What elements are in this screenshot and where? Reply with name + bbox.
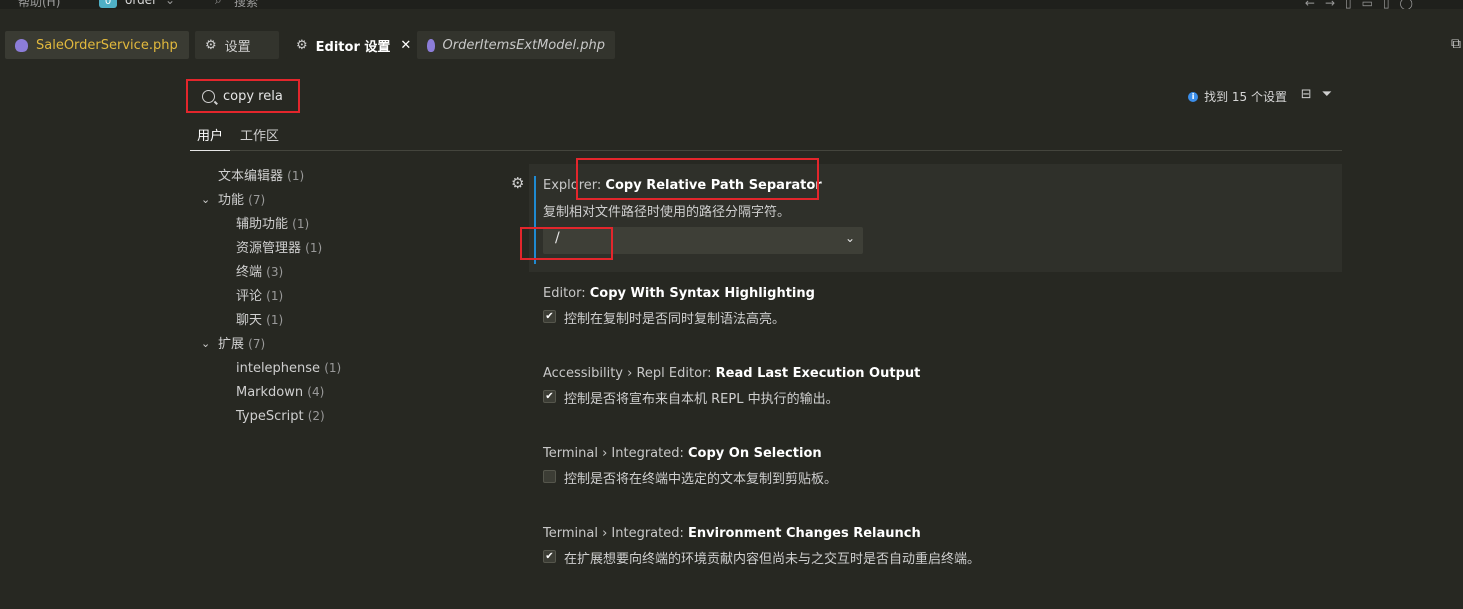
tab-label: OrderItemsExtModel.php [442, 37, 605, 53]
chevron-down-icon: ⌄ [844, 231, 855, 245]
command-search[interactable]: 搜索 [234, 0, 258, 9]
setting-description: 控制在复制时是否同时复制语法高亮。 [564, 312, 786, 327]
setting-copy-on-selection: Terminal › Integrated: Copy On Selection… [529, 446, 1342, 496]
open-settings-json-icon[interactable]: ⧉ [1451, 36, 1461, 52]
setting-title: Editor: Copy With Syntax Highlighting [543, 286, 815, 301]
checkbox-copy-on-selection[interactable] [543, 470, 556, 483]
results-text: 找到 15 个设置 [1204, 90, 1287, 104]
setting-environment-changes-relaunch: Terminal › Integrated: Environment Chang… [529, 526, 1342, 576]
setting-read-last-execution-output: Accessibility › Repl Editor: Read Last E… [529, 366, 1342, 416]
tab-label: Editor 设置 [315, 39, 391, 55]
toc-markdown[interactable]: Markdown (4) [200, 382, 500, 406]
toc-terminal[interactable]: 终端 (3) [200, 262, 500, 286]
toc-explorer[interactable]: 资源管理器 (1) [200, 238, 500, 262]
settings-toc: 文本编辑器 (1) ⌄ 功能 (7) 辅助功能 (1) 资源管理器 (1) 终端 … [200, 166, 500, 430]
search-value: copy rela [223, 88, 283, 104]
toc-features[interactable]: ⌄ 功能 (7) [200, 190, 500, 214]
modified-indicator [534, 176, 536, 264]
checkbox-read-output[interactable]: ✔ [543, 390, 556, 403]
toc-intelephense[interactable]: intelephense (1) [200, 358, 500, 382]
project-name[interactable]: order [125, 0, 157, 7]
separator-select[interactable]: / ⌄ [543, 227, 863, 254]
search-icon [202, 89, 215, 103]
toc-chat[interactable]: 聊天 (1) [200, 310, 500, 334]
tab-label: 设置 [224, 39, 251, 55]
search-actions: ⊟ ⏷ [1291, 87, 1332, 102]
info-icon: i [1188, 91, 1199, 102]
clear-filter-icon[interactable]: ⊟ [1301, 87, 1312, 102]
tab-editor-settings[interactable]: ⚙ Editor 设置 ✕ [286, 31, 411, 59]
tab-workspace[interactable]: 工作区 [233, 125, 286, 150]
checkbox-copy-syntax[interactable]: ✔ [543, 310, 556, 323]
toc-accessibility[interactable]: 辅助功能 (1) [200, 214, 500, 238]
checkbox-environment-relaunch[interactable]: ✔ [543, 550, 556, 563]
scope-tabs: 用户 工作区 [190, 123, 1342, 151]
toc-comments[interactable]: 评论 (1) [200, 286, 500, 310]
toc-text-editor[interactable]: 文本编辑器 (1) [200, 166, 500, 190]
tab-settings[interactable]: ⚙ 设置 [195, 31, 279, 59]
toc-extensions[interactable]: ⌄ 扩展 (7) [200, 334, 500, 358]
tab-order-items-ext-model[interactable]: OrderItemsExtModel.php [417, 31, 615, 59]
php-file-icon [15, 38, 28, 52]
gear-icon: ⚙ [205, 37, 217, 53]
tab-label: SaleOrderService.php [36, 37, 178, 53]
chevron-down-icon: ⌄ [201, 193, 211, 206]
setting-description: 复制相对文件路径时使用的路径分隔字符。 [543, 205, 791, 220]
tab-sale-order-service[interactable]: SaleOrderService.php [5, 31, 189, 59]
layout-controls[interactable]: ←→▯▭▯◯ [1305, 0, 1423, 9]
setting-copy-with-syntax-highlighting: Editor: Copy With Syntax Highlighting ✔ … [529, 286, 1342, 336]
project-badge: 0 [99, 0, 117, 8]
editor-tab-bar: SaleOrderService.php ⚙ 设置 ⚙ Editor 设置 ✕ … [0, 31, 1463, 61]
title-bar: 帮助(H) 0 order ⌄ ⌕ 搜索 ←→▯▭▯◯ [0, 0, 1463, 9]
setting-copy-relative-path-separator: ⚙ Explorer: Copy Relative Path Separator… [511, 164, 1342, 272]
results-count: i 找到 15 个设置 [1188, 88, 1287, 105]
setting-description: 控制是否将宣布来自本机 REPL 中执行的输出。 [564, 392, 839, 407]
menu-help[interactable]: 帮助(H) [18, 0, 60, 9]
search-icon: ⌕ [215, 0, 222, 7]
select-value: / [555, 230, 560, 246]
chevron-down-icon[interactable]: ⌄ [165, 0, 175, 7]
chevron-down-icon: ⌄ [201, 337, 211, 350]
setting-title: Terminal › Integrated: Copy On Selection [543, 446, 822, 461]
toc-typescript[interactable]: TypeScript (2) [200, 406, 500, 430]
setting-title: Terminal › Integrated: Environment Chang… [543, 526, 921, 541]
gear-icon[interactable]: ⚙ [511, 174, 524, 192]
close-icon[interactable]: ✕ [400, 38, 411, 53]
gear-icon: ⚙ [296, 37, 308, 53]
tab-user[interactable]: 用户 [190, 125, 231, 151]
filter-icon[interactable]: ⏷ [1322, 87, 1332, 102]
php-file-icon [427, 38, 435, 52]
setting-title: Accessibility › Repl Editor: Read Last E… [543, 366, 921, 381]
setting-description: 控制是否将在终端中选定的文本复制到剪贴板。 [564, 472, 838, 487]
settings-search-input[interactable]: copy rela [186, 79, 300, 113]
setting-description: 在扩展想要向终端的环境贡献内容但尚未与之交互时是否自动重启终端。 [564, 552, 981, 567]
setting-title: Explorer: Copy Relative Path Separator [543, 178, 822, 193]
